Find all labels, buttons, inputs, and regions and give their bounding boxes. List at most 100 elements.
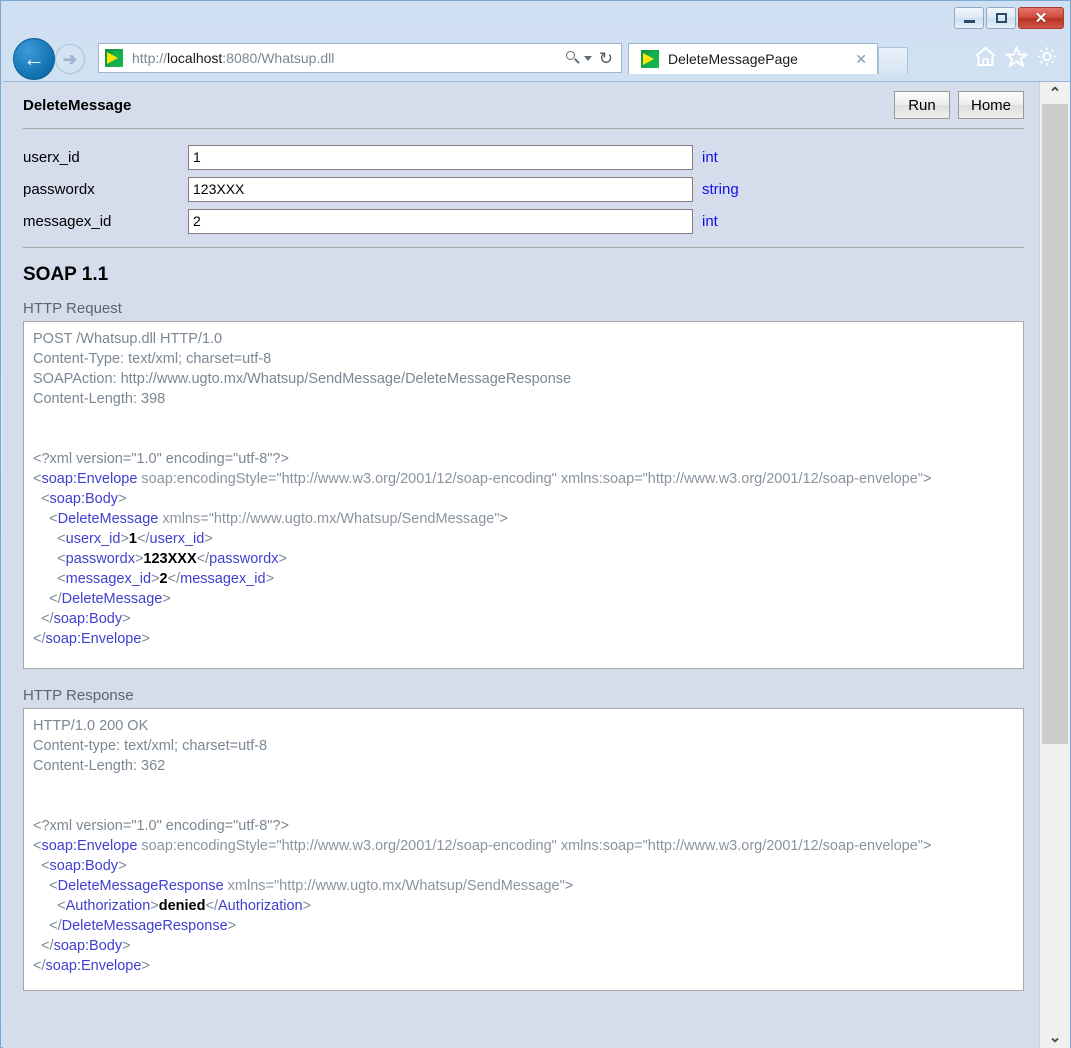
minimize-button[interactable] — [954, 7, 984, 29]
request-field-tag-open: userx_id — [65, 531, 121, 547]
request-envelope-attrs: soap:encodingStyle="http://www.w3.org/20… — [137, 471, 923, 487]
request-envelope-close: </soap:Envelope> — [33, 631, 150, 647]
response-header-line: Content-type: text/xml; charset=utf-8 — [33, 738, 268, 754]
response-method-close: </DeleteMessageResponse> — [33, 918, 237, 934]
response-body-tagname-close: soap:Body — [53, 938, 123, 954]
scroll-down-button[interactable]: ⌄ — [1040, 1026, 1070, 1048]
favorites-star-icon[interactable] — [1005, 46, 1028, 67]
home-icon[interactable] — [974, 46, 997, 67]
response-envelope-tagname-close: soap:Envelope — [45, 958, 142, 974]
page-header: DeleteMessage Run Home — [3, 82, 1040, 128]
maximize-icon — [995, 13, 1007, 23]
http-response-label: HTTP Response — [23, 687, 134, 704]
window-controls: ✕ — [954, 7, 1064, 29]
form-row: userx_id 1 int — [23, 141, 1024, 173]
response-envelope-close: </soap:Envelope> — [33, 958, 150, 974]
minimize-icon — [963, 20, 975, 23]
request-body-close: </soap:Body> — [33, 611, 131, 627]
address-bar-tools: ↻ — [565, 50, 621, 67]
response-field-tag-open: Authorization — [65, 898, 151, 914]
scrollbar-thumb[interactable] — [1042, 104, 1068, 744]
title-bar: ✕ — [1, 1, 1070, 35]
run-button[interactable]: Run — [893, 91, 950, 119]
request-field-value: 123XXX — [143, 551, 197, 567]
chevron-up-icon: ⌃ — [1048, 84, 1062, 102]
response-field-value: denied — [158, 898, 206, 914]
request-envelope-tagname: soap:Envelope — [41, 471, 138, 487]
form-row: passwordx 123XXX string — [23, 173, 1024, 205]
back-arrow-icon: ← — [23, 46, 45, 71]
form-label-messagex-id: messagex_id — [23, 212, 112, 230]
input-messagex-id[interactable]: 2 — [188, 208, 693, 234]
response-envelope-open: <soap:Envelope soap:encodingStyle="http:… — [33, 838, 932, 854]
browser-tab[interactable]: DeleteMessagePage ✕ — [628, 43, 878, 74]
response-method-attrs: xmlns="http://www.ugto.mx/Whatsup/SendMe… — [223, 878, 565, 894]
form-row: messagex_id 2 int — [23, 205, 1024, 237]
back-button[interactable]: ← — [13, 38, 55, 80]
request-field-line: <userx_id>1</userx_id> — [33, 531, 213, 547]
request-header-line: POST /Whatsup.dll HTTP/1.0 — [33, 331, 223, 347]
divider-bottom — [23, 247, 1024, 248]
page-scrollbar[interactable]: ⌃ ⌄ — [1039, 82, 1070, 1048]
http-response-code: HTTP/1.0 200 OK Content-type: text/xml; … — [23, 708, 1024, 991]
response-body-close: </soap:Body> — [33, 938, 131, 954]
request-body-tagname: soap:Body — [49, 491, 119, 507]
response-method-tagname-close: DeleteMessageResponse — [61, 918, 228, 934]
url-scheme: http:// — [132, 50, 168, 66]
address-bar[interactable]: http://localhost:8080/Whatsup.dll ↻ — [98, 43, 622, 73]
navigation-bar: ← ➔ http://localhost:8080/Whatsup.dll ↻ … — [1, 35, 1070, 81]
request-field-tag-open: passwordx — [65, 551, 135, 567]
search-icon[interactable] — [565, 50, 581, 66]
form-type-passwordx: string — [702, 180, 739, 198]
response-body-open: <soap:Body> — [33, 858, 127, 874]
http-request-code: POST /Whatsup.dll HTTP/1.0 Content-Type:… — [23, 321, 1024, 669]
response-envelope-tagname: soap:Envelope — [41, 838, 138, 854]
response-header-line: Content-Length: 362 — [33, 758, 166, 774]
chevron-down-icon[interactable] — [583, 55, 592, 61]
response-body-tagname: soap:Body — [49, 858, 119, 874]
new-tab-button[interactable] — [878, 47, 908, 74]
response-method-tagname: DeleteMessageResponse — [57, 878, 224, 894]
request-field-value: 1 — [128, 531, 137, 547]
forward-arrow-icon: ➔ — [62, 49, 78, 69]
soap-version-heading: SOAP 1.1 — [23, 264, 109, 285]
tab-favicon-icon — [640, 49, 660, 69]
http-request-label: HTTP Request — [23, 300, 122, 317]
request-field-line: <passwordx>123XXX</passwordx> — [33, 551, 287, 567]
response-envelope-attrs: soap:encodingStyle="http://www.w3.org/20… — [137, 838, 923, 854]
site-favicon-icon — [104, 48, 124, 68]
request-body-tagname-close: soap:Body — [53, 611, 123, 627]
maximize-button[interactable] — [986, 7, 1016, 29]
response-header-line: HTTP/1.0 200 OK — [33, 718, 149, 734]
request-field-value: 2 — [159, 571, 168, 587]
request-envelope-open: <soap:Envelope soap:encodingStyle="http:… — [33, 471, 932, 487]
request-header-line: Content-Length: 398 — [33, 391, 166, 407]
request-field-tag-close: passwordx — [209, 551, 279, 567]
request-xml-declaration: <?xml version="1.0" encoding="utf-8"?> — [33, 451, 289, 467]
tab-close-icon[interactable]: ✕ — [851, 51, 871, 68]
web-page: DeleteMessage Run Home userx_id 1 int pa… — [3, 82, 1040, 1048]
parameter-form: userx_id 1 int passwordx 123XXX string m… — [3, 129, 1040, 247]
input-userx-id[interactable]: 1 — [188, 144, 693, 170]
form-type-userx-id: int — [702, 148, 718, 166]
form-label-userx-id: userx_id — [23, 148, 80, 166]
url-host: localhost — [167, 50, 223, 66]
close-icon: ✕ — [1034, 9, 1048, 27]
settings-gear-icon[interactable] — [1036, 46, 1058, 67]
request-body-open: <soap:Body> — [33, 491, 127, 507]
tab-title: DeleteMessagePage — [668, 51, 798, 67]
url-text: http://localhost:8080/Whatsup.dll — [132, 50, 334, 66]
url-path: :8080/Whatsup.dll — [222, 50, 335, 66]
input-passwordx[interactable]: 123XXX — [188, 176, 693, 202]
chevron-down-icon: ⌄ — [1048, 1028, 1062, 1046]
home-button[interactable]: Home — [957, 91, 1024, 119]
request-method-tagname: DeleteMessage — [57, 511, 159, 527]
close-window-button[interactable]: ✕ — [1018, 7, 1064, 29]
form-type-messagex-id: int — [702, 212, 718, 230]
scroll-up-button[interactable]: ⌃ — [1040, 82, 1070, 104]
request-header-line: SOAPAction: http://www.ugto.mx/Whatsup/S… — [33, 371, 572, 387]
forward-button[interactable]: ➔ — [55, 44, 85, 74]
refresh-icon[interactable]: ↻ — [599, 50, 613, 67]
